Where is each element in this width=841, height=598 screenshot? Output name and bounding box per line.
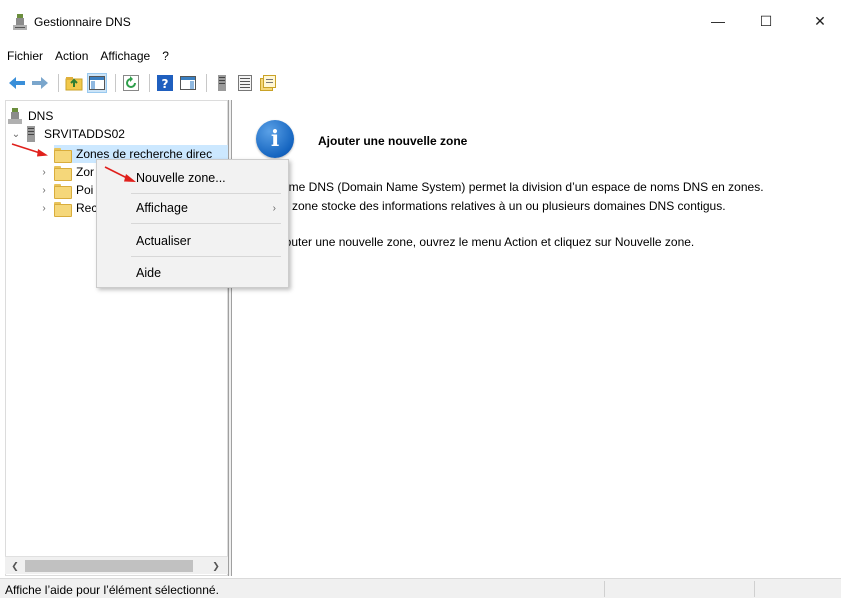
chevron-right-icon[interactable]: › [38, 167, 50, 178]
tree-item-conditional-forwarders[interactable]: › Rec [38, 199, 97, 217]
dns-app-icon [13, 14, 27, 30]
scroll-left-icon[interactable]: ❮ [7, 559, 23, 573]
menu-bar: Fichier Action Affichage ? [0, 45, 841, 67]
tree-item-dns[interactable]: DNS [8, 107, 53, 125]
server-icon[interactable] [212, 73, 232, 93]
tree-item-label: DNS [28, 109, 54, 123]
window-title: Gestionnaire DNS [34, 15, 131, 29]
menu-fichier[interactable]: Fichier [7, 49, 43, 63]
minimize-button[interactable]: — [698, 8, 738, 34]
close-button[interactable]: ✕ [800, 8, 840, 34]
chevron-right-icon: › [272, 202, 276, 214]
properties-icon[interactable] [258, 73, 278, 93]
chevron-right-icon[interactable]: › [38, 185, 50, 196]
context-menu-label: Actualiser [136, 234, 191, 248]
menu-separator [131, 193, 281, 194]
menu-help[interactable]: ? [162, 49, 169, 63]
toolbar: ? [0, 70, 841, 96]
dns-icon [8, 108, 22, 124]
toolbar-separator [58, 74, 59, 92]
result-description-line: ème DNS (Domain Name System) permet la d… [282, 180, 764, 194]
list-icon[interactable] [235, 73, 255, 93]
context-menu-view[interactable]: Affichage › [97, 197, 288, 219]
show-action-pane-icon[interactable] [178, 73, 198, 93]
chevron-right-icon[interactable]: › [38, 203, 50, 214]
menu-separator [131, 223, 281, 224]
tree-item-label: SRVITADDS02 [44, 127, 125, 141]
context-menu-help[interactable]: Aide [97, 262, 288, 284]
horizontal-scrollbar[interactable]: ❮ ❯ [5, 556, 228, 574]
folder-icon [54, 147, 72, 163]
tree-item-trust-points[interactable]: › Poi [38, 181, 93, 199]
toolbar-separator [206, 74, 207, 92]
title-bar: Gestionnaire DNS — ☐ ✕ [0, 0, 841, 40]
context-menu-label: Affichage [136, 201, 188, 215]
status-divider [754, 581, 755, 597]
scrollbar-thumb[interactable] [25, 560, 193, 572]
scroll-right-icon[interactable]: ❯ [208, 559, 224, 573]
status-divider [604, 581, 605, 597]
context-menu-refresh[interactable]: Actualiser [97, 230, 288, 252]
svg-text:?: ? [162, 77, 169, 91]
context-menu-label: Nouvelle zone... [136, 171, 226, 185]
toolbar-separator [115, 74, 116, 92]
chevron-down-icon[interactable]: ⌄ [10, 129, 22, 140]
folder-icon [54, 165, 72, 181]
folder-up-icon[interactable] [64, 73, 84, 93]
result-description-line: e zone stocke des informations relatives… [282, 199, 726, 213]
annotation-arrow-icon [104, 166, 136, 182]
tree-item-label: Zor [76, 165, 94, 179]
result-pane: i Ajouter une nouvelle zone ème DNS (Dom… [232, 100, 841, 576]
maximize-button[interactable]: ☐ [746, 8, 786, 34]
back-icon[interactable] [7, 73, 27, 93]
menu-separator [131, 256, 281, 257]
status-text: Affiche l’aide pour l’élément sélectionn… [5, 583, 219, 597]
folder-icon [54, 183, 72, 199]
tree-item-reverse-zones[interactable]: › Zor [38, 163, 94, 181]
annotation-arrow-icon [11, 143, 48, 157]
tree-item-label: Poi [76, 183, 94, 197]
menu-action[interactable]: Action [55, 49, 88, 63]
folder-icon [54, 201, 72, 217]
status-bar: Affiche l’aide pour l’élément sélectionn… [0, 578, 841, 598]
result-heading: Ajouter une nouvelle zone [318, 134, 468, 148]
help-icon[interactable]: ? [155, 73, 175, 93]
result-instruction-line: jouter une nouvelle zone, ouvrez le menu… [282, 235, 695, 249]
toolbar-separator [149, 74, 150, 92]
show-hide-tree-icon[interactable] [87, 73, 107, 93]
forward-icon[interactable] [30, 73, 50, 93]
tree-item-label: Rec [76, 201, 98, 215]
refresh-icon[interactable] [121, 73, 141, 93]
context-menu-label: Aide [136, 266, 162, 280]
info-icon: i [256, 120, 294, 158]
menu-affichage[interactable]: Affichage [100, 49, 150, 63]
